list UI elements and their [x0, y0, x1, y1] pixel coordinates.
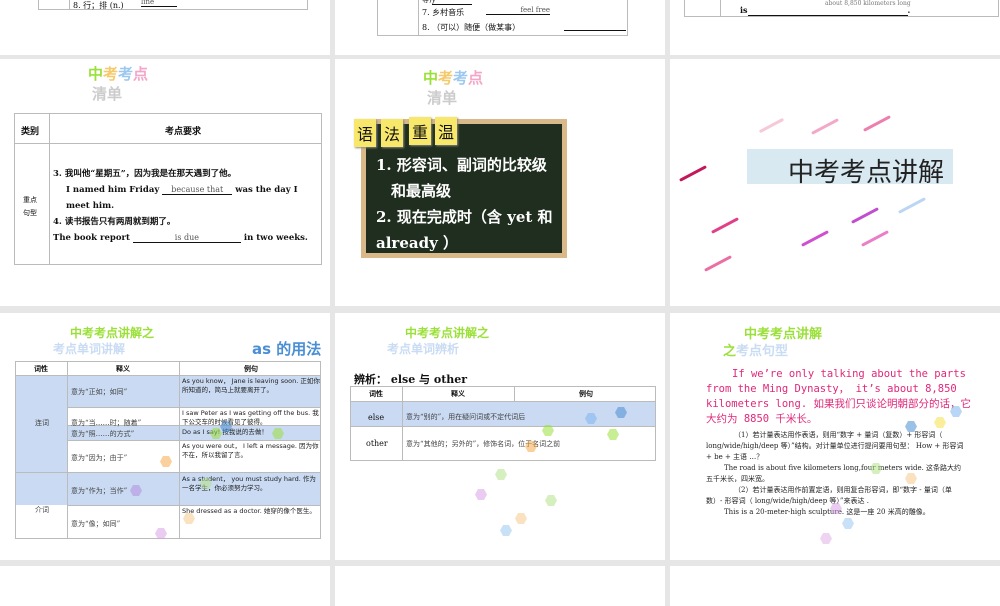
header-meaning: 释义 [451, 390, 465, 398]
slide-thumbnail[interactable] [335, 566, 665, 606]
pos-cell: 连词 [35, 419, 49, 427]
requirement-cell: 3. 我叫他“星期五”，因为我是在那天遇到了他。 I named him Fri… [53, 166, 308, 246]
slide-section-title[interactable]: 中考考点讲解 [670, 59, 1000, 306]
slide-thumbnail[interactable] [670, 566, 1000, 606]
example-cell: Do as I say! 按我说的去做！ [182, 428, 268, 436]
header-meaning: 释义 [116, 365, 130, 373]
meaning-cell: 意为“作为；当作” [71, 487, 128, 495]
header-example: 例句 [579, 390, 593, 398]
header-pos: 词性 [34, 365, 48, 373]
slide-subtitle: 考点单词讲解 [53, 342, 126, 356]
slide-else-other[interactable]: 中考考点讲解之 考点单词辨析 辨析： else 与 other 词性 释义 例句… [335, 313, 665, 560]
example-cell: As you know， Jane is leaving soon. 正如你所知… [182, 377, 320, 394]
grammar-item: 和最高级 [391, 182, 452, 200]
row-text: is . [740, 5, 911, 16]
slide-subtitle: 之考点句型 [723, 344, 789, 359]
text-line: meet him. [66, 201, 115, 211]
meaning-cell: 意为“别的”，用在疑问词或不定代词后 [406, 413, 526, 421]
explanation-text: （1）若计量表达用作表语，则用“数字 + 量词（复数）+ 形容词（ long/w… [706, 431, 964, 461]
meaning-cell: 意为“正如；如同” [71, 388, 128, 396]
sticky-note: 重 [409, 117, 432, 145]
slide-title: 中考考点讲解之 [70, 326, 155, 340]
example-cell: As you were out， I left a message. 因为你不在… [182, 442, 319, 459]
row-text: 8. 行；排 (n.) [73, 1, 124, 10]
pos-cell: else [368, 413, 385, 422]
sticky-note: 语 [354, 119, 377, 147]
highlight-sentence: If we’re only talking about the parts fr… [706, 368, 971, 425]
answer: line [141, 0, 177, 7]
slide-subtitle: 清单 [92, 85, 123, 103]
slide-sentence-pattern[interactable]: 中考考点讲解 之考点句型 If we’re only talking about… [670, 313, 1000, 560]
sticky-note: 温 [435, 117, 458, 145]
answer-blank [564, 22, 626, 31]
sticky-note: 法 [381, 119, 404, 147]
slide-heading: as 的用法 [252, 340, 322, 358]
text-line: 4. 读书报告只有两周就到期了。 [53, 217, 176, 227]
pos-cell: other [366, 439, 388, 448]
slide-title: 中考考点讲解之 [405, 326, 490, 340]
slide-heading: 辨析： else 与 other [354, 373, 468, 386]
meaning-cell: 意为“其他的；另外的”，修饰名词，位于名词之前 [406, 440, 561, 448]
answer: feel free [486, 6, 550, 15]
meaning-cell: 意为“当……时；随着” [71, 419, 142, 427]
text-line: I named him Friday because that was the … [66, 185, 298, 195]
slide-thumbnail[interactable]: 8. 行；排 (n.) line [0, 0, 330, 55]
pos-cell: 介词 [35, 506, 49, 514]
grammar-item: already ） [376, 234, 459, 252]
slide-subtitle: 考点单词辨析 [387, 342, 460, 356]
example-cell: She dressed as a doctor. 她穿的像个医生。 [182, 507, 316, 515]
grammar-item: 2. 现在完成时（含 yet 和 [376, 208, 553, 226]
grammar-item: 1. 形容词、副词的比较级 [376, 156, 547, 174]
slide-as-usage[interactable]: 中考考点讲解之 考点单词讲解 as 的用法 词性 释义 例句 连词 介词 意为“… [0, 313, 330, 560]
else-other-table: 词性 释义 例句 else other 意为“别的”，用在疑问词或不定代词后 意… [350, 386, 656, 461]
text-line: 3. 我叫他“星期五”，因为我是在那天遇到了他。 [53, 169, 237, 179]
slide-thumbnail[interactable]: about 8,850 kilometers long is . [670, 0, 1000, 55]
as-usage-table: 词性 释义 例句 连词 介词 意为“正如；如同” 意为“当……时；随着” 意为“… [15, 361, 321, 539]
slide-title: 中考考点 [88, 65, 149, 83]
meaning-cell: 意为“照……的方式” [71, 430, 135, 438]
section-title: 中考考点讲解 [788, 158, 945, 188]
table: 等)y 7. 乡村音乐 feel free 8. （可以）随便（做某事） [377, 0, 628, 36]
header-category: 类别 [21, 127, 40, 137]
table: about 8,850 kilometers long is . [684, 0, 999, 17]
example-cell: I saw Peter as I was getting off the bus… [182, 409, 319, 426]
row-text: 7. 乡村音乐 [422, 8, 465, 17]
slide-thumbnail[interactable]: 等)y 7. 乡村音乐 feel free 8. （可以）随便（做某事） [335, 0, 665, 55]
text-line: The book report is due in two weeks. [53, 233, 308, 243]
table: 8. 行；排 (n.) line [38, 0, 308, 10]
slide-list[interactable]: 中考考点 清单 类别 考点要求 重点句型 3. 我叫他“星期五”，因为我是在那天… [0, 59, 330, 306]
slide-grammar-review[interactable]: 中考考点 清单 1. 形容词、副词的比较级 和最高级 2. 现在完成时（含 ye… [335, 59, 665, 306]
example-text: The road is about five kilometers long,f… [706, 464, 962, 483]
row-text: 等)y [422, 0, 472, 5]
slide-title: 中考考点 [423, 69, 484, 87]
key-points-table: 类别 考点要求 重点句型 3. 我叫他“星期五”，因为我是在那天遇到了他。 I … [14, 113, 322, 265]
row-text: 8. （可以）随便（做某事） [422, 23, 521, 32]
header-pos: 词性 [369, 390, 383, 398]
slide-subtitle: 清单 [427, 89, 458, 107]
meaning-cell: 意为“像；如同” [71, 520, 121, 528]
slide-thumbnail[interactable] [0, 566, 330, 606]
meaning-cell: 意为“因为；由于” [71, 454, 128, 462]
header-requirement: 考点要求 [165, 127, 202, 137]
category-cell: 重点句型 [23, 196, 37, 217]
header-example: 例句 [244, 365, 258, 373]
